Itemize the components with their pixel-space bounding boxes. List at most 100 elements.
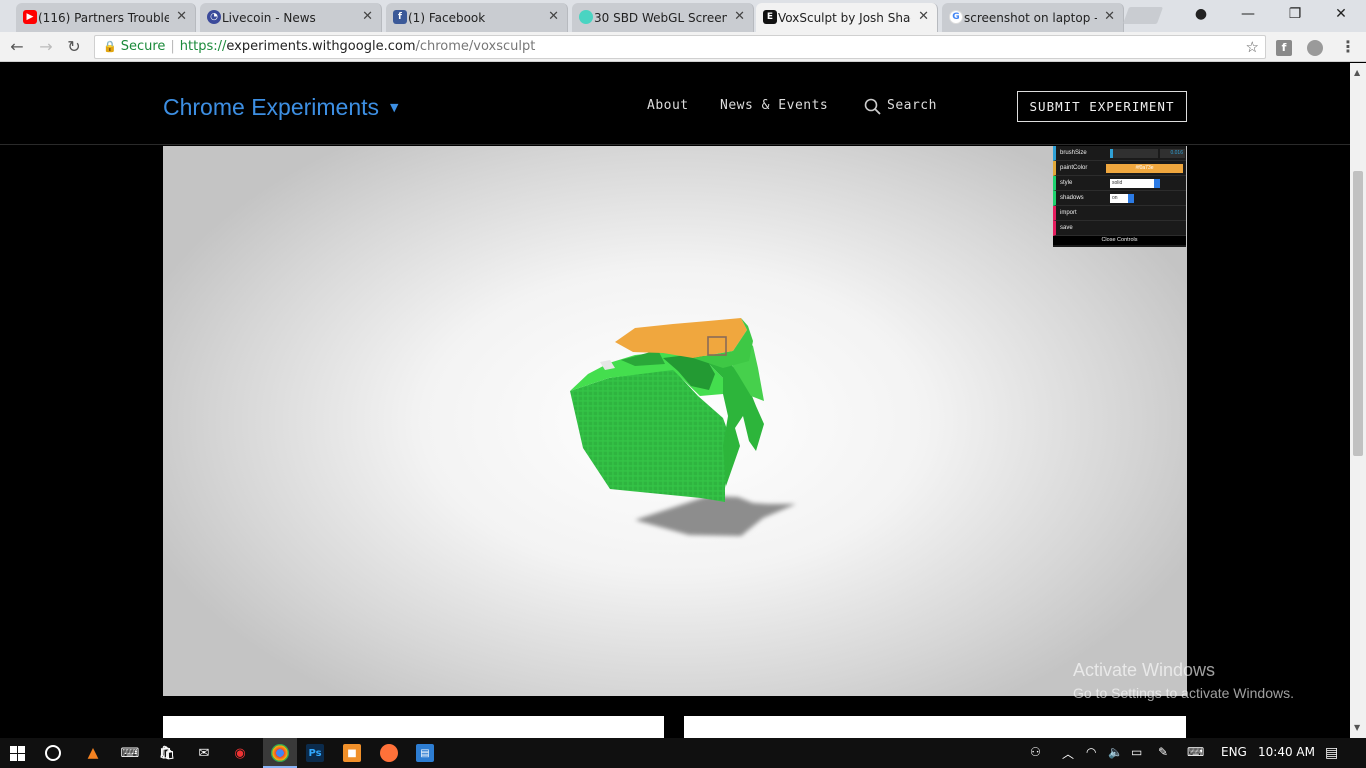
people-icon[interactable]: ⚇: [1030, 745, 1041, 759]
url-host: experiments.withgoogle.com: [226, 39, 416, 54]
brushsize-input[interactable]: 0.016: [1160, 149, 1185, 158]
tab-google[interactable]: G screenshot on laptop - ✕: [942, 3, 1124, 32]
tab-youtube[interactable]: ▶ (116) Partners Trouble H ✕: [16, 3, 196, 32]
language-indicator[interactable]: ENG: [1221, 745, 1247, 759]
tab-steemit[interactable]: 30 SBD WebGL Screen ✕: [572, 3, 754, 32]
explorer-icon[interactable]: ▤: [416, 744, 434, 762]
mail-icon[interactable]: ✉: [195, 744, 213, 762]
firefox-icon[interactable]: [380, 744, 398, 762]
windows-taskbar: ▲ ⌨ 🛍 ✉ ◉ Ps ■ ▤ ⚇ ︿ ◠ 🔈 ▭ ✎ ⌨ ENG 10:40…: [0, 738, 1366, 768]
close-tab-icon[interactable]: ✕: [1104, 9, 1115, 24]
scrollbar-thumb[interactable]: [1353, 171, 1363, 456]
windows-start-icon[interactable]: [10, 746, 25, 761]
photoshop-icon[interactable]: Ps: [306, 744, 324, 762]
gui-row-save[interactable]: save: [1053, 221, 1186, 236]
save-button[interactable]: save: [1060, 225, 1073, 231]
steemit-icon: [579, 10, 593, 24]
scroll-down-icon[interactable]: ▼: [1354, 723, 1360, 732]
voxel-sculpture: [570, 318, 796, 536]
close-tab-icon[interactable]: ✕: [548, 9, 559, 24]
secure-label: Secure: [120, 39, 166, 54]
bookmark-star-icon[interactable]: ☆: [1246, 36, 1259, 58]
import-button[interactable]: import: [1060, 210, 1077, 216]
tab-voxsculpt[interactable]: E VoxSculpt by Josh Shad ✕: [756, 3, 938, 32]
brushsize-slider[interactable]: [1110, 149, 1158, 158]
cortana-icon[interactable]: [45, 745, 61, 761]
voxel-paint-top: [615, 318, 747, 358]
experiment-card[interactable]: [163, 716, 664, 738]
store-icon[interactable]: 🛍: [158, 744, 176, 762]
clock[interactable]: 10:40 AM: [1258, 745, 1315, 759]
nav-search[interactable]: Search: [887, 98, 937, 113]
tab-facebook[interactable]: f (1) Facebook ✕: [386, 3, 568, 32]
nav-news-events[interactable]: News & Events: [720, 98, 828, 113]
tab-title: VoxSculpt by Josh Shad: [778, 10, 911, 25]
gui-row-import[interactable]: import: [1053, 206, 1186, 221]
paint-app-icon[interactable]: ■: [343, 744, 361, 762]
close-tab-icon[interactable]: ✕: [362, 9, 373, 24]
select-value: on: [1112, 195, 1118, 201]
close-window-button[interactable]: ✕: [1321, 4, 1361, 24]
keyboard-icon[interactable]: ⌨: [1187, 745, 1204, 759]
experiment-card[interactable]: [684, 716, 1186, 738]
google-icon: G: [949, 10, 963, 24]
chevron-up-icon[interactable]: ︿: [1062, 745, 1074, 762]
vlc-icon[interactable]: ▲: [84, 744, 102, 762]
close-tab-icon[interactable]: ✕: [734, 9, 745, 24]
chevron-down-icon[interactable]: ▼: [390, 101, 398, 114]
extension-icon[interactable]: [1307, 40, 1323, 56]
close-tab-icon[interactable]: ✕: [176, 9, 187, 24]
profile-icon[interactable]: ●: [1181, 4, 1221, 24]
activate-windows-hint: Go to Settings to activate Windows.: [1073, 685, 1294, 701]
shadows-select[interactable]: on: [1110, 194, 1134, 203]
paint-color-picker[interactable]: #f0a73e: [1106, 164, 1183, 173]
gui-label: shadows: [1060, 195, 1084, 201]
livecoin-icon: ◔: [207, 10, 221, 24]
eye-app-icon[interactable]: ◉: [231, 744, 249, 762]
gui-label: brushSize: [1060, 150, 1087, 156]
tab-strip: ▶ (116) Partners Trouble H ✕ ◔ Livecoin …: [0, 0, 1366, 32]
back-arrow-icon[interactable]: ←: [7, 37, 27, 57]
brand-logo[interactable]: Chrome Experiments: [163, 94, 379, 121]
site-header: Chrome Experiments ▼ About News & Events…: [0, 63, 1350, 145]
tab-livecoin[interactable]: ◔ Livecoin - News ✕: [200, 3, 382, 32]
tab-title: (116) Partners Trouble H: [38, 10, 169, 25]
notifications-icon[interactable]: ▤: [1325, 745, 1338, 761]
webgl-canvas[interactable]: brushSize 0.016 paintColor #f0a73e style…: [163, 146, 1187, 696]
facebook-icon: f: [393, 10, 407, 24]
new-tab-button[interactable]: [1122, 7, 1164, 24]
controls-panel[interactable]: brushSize 0.016 paintColor #f0a73e style…: [1053, 146, 1186, 247]
tab-title: (1) Facebook: [408, 10, 486, 25]
scroll-up-icon[interactable]: ▲: [1354, 68, 1360, 77]
select-value: solid: [1112, 180, 1123, 186]
minimize-button[interactable]: —: [1228, 4, 1268, 24]
page-scrollbar[interactable]: ▲ ▼: [1350, 63, 1366, 738]
device-icon[interactable]: ⌨: [121, 744, 140, 762]
gui-row-brushsize: brushSize 0.016: [1053, 146, 1186, 161]
gui-label: style: [1060, 180, 1073, 186]
close-tab-icon[interactable]: ✕: [918, 9, 929, 24]
divider: |: [170, 39, 175, 54]
pen-icon[interactable]: ✎: [1158, 745, 1168, 759]
browser-toolbar: ← → ↻ 🔒 Secure | https://experiments.withgo…: [0, 32, 1366, 62]
style-select[interactable]: solid: [1110, 179, 1160, 188]
restore-button[interactable]: ❐: [1275, 4, 1315, 24]
address-bar[interactable]: 🔒 Secure | https://experiments.withgoogle.c…: [94, 35, 1266, 59]
facebook-extension-icon[interactable]: f: [1276, 40, 1292, 56]
close-controls-button[interactable]: Close Controls: [1053, 236, 1186, 245]
chrome-icon[interactable]: [271, 744, 289, 762]
activate-windows-watermark: Activate Windows: [1073, 660, 1216, 680]
search-icon[interactable]: [864, 98, 881, 115]
reload-icon[interactable]: ↻: [64, 37, 84, 57]
nav-about[interactable]: About: [647, 98, 689, 113]
submit-experiment-button[interactable]: SUBMIT EXPERIMENT: [1017, 91, 1187, 122]
volume-icon[interactable]: 🔈: [1108, 745, 1123, 759]
slider-fill: [1110, 149, 1113, 158]
url-protocol: https://: [179, 39, 227, 54]
page-content: Chrome Experiments ▼ About News & Events…: [0, 63, 1350, 738]
menu-icon[interactable]: ⋮: [1338, 37, 1358, 57]
experiments-icon: E: [763, 10, 777, 24]
battery-icon[interactable]: ▭: [1131, 745, 1142, 759]
wifi-icon[interactable]: ◠: [1086, 745, 1096, 759]
forward-arrow-icon[interactable]: →: [36, 37, 56, 57]
